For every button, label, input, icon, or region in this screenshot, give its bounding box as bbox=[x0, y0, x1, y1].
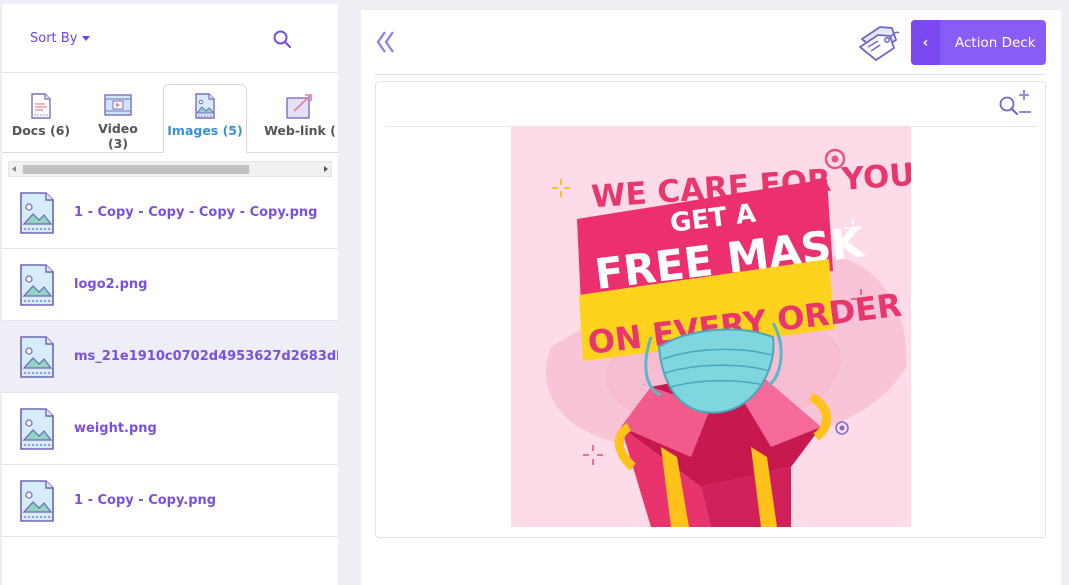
list-item[interactable]: logo2.png bbox=[2, 249, 338, 321]
scroll-left-icon[interactable] bbox=[12, 166, 16, 172]
preview-panel: ‹ Action Deck WE CARE FOR YOU GET A FREE… bbox=[361, 10, 1061, 585]
image-file-icon bbox=[20, 191, 54, 234]
search-icon[interactable] bbox=[272, 29, 292, 49]
zoom-in-icon[interactable] bbox=[999, 90, 1030, 116]
image-file-icon bbox=[20, 479, 54, 522]
sort-bar: Sort By bbox=[2, 4, 338, 73]
image-viewer: WE CARE FOR YOU GET A FREE MASK ON EVERY… bbox=[375, 81, 1046, 538]
list-item[interactable]: weight.png bbox=[2, 393, 338, 465]
image-file-icon bbox=[20, 407, 54, 450]
divider bbox=[375, 74, 1046, 75]
file-name: weight.png bbox=[74, 421, 157, 436]
tab-docs[interactable]: Docs (6) bbox=[10, 85, 72, 153]
image-file-icon bbox=[20, 335, 54, 378]
document-icon bbox=[31, 93, 51, 119]
double-chevron-left-icon[interactable] bbox=[375, 30, 397, 54]
caret-down-icon bbox=[82, 36, 91, 41]
file-name: 1 - Copy - Copy.png bbox=[74, 493, 217, 508]
tab-video-label: Video (3) bbox=[98, 121, 138, 151]
web-link-icon bbox=[286, 94, 312, 119]
tab-web-link[interactable]: Web-link ( bbox=[260, 85, 338, 153]
tabs-scrollbar[interactable] bbox=[8, 161, 332, 177]
file-name: ms_21e1910c0702d4953627d2683dba20 bbox=[74, 349, 338, 364]
price-tag-icon[interactable] bbox=[858, 23, 902, 63]
tab-images[interactable]: Images (5) bbox=[163, 84, 247, 153]
list-item[interactable]: 1 - Copy - Copy.png bbox=[2, 465, 338, 537]
video-icon bbox=[104, 94, 132, 116]
list-item-selected[interactable]: ms_21e1910c0702d4953627d2683dba20 bbox=[2, 321, 338, 393]
free-mask-poster: WE CARE FOR YOU GET A FREE MASK ON EVERY… bbox=[511, 127, 911, 527]
chevron-left-icon: ‹ bbox=[911, 20, 940, 65]
scrollbar-thumb[interactable] bbox=[23, 165, 249, 174]
file-name: logo2.png bbox=[74, 277, 148, 292]
image-icon bbox=[195, 93, 216, 119]
action-deck-label: Action Deck bbox=[955, 34, 1036, 51]
tab-web-link-label: Web-link ( bbox=[264, 123, 336, 138]
sort-by-dropdown[interactable]: Sort By bbox=[30, 30, 91, 46]
image-file-icon bbox=[20, 263, 54, 306]
file-name: 1 - Copy - Copy - Copy - Copy.png bbox=[74, 205, 318, 220]
file-list: 1 - Copy - Copy - Copy - Copy.png logo2.… bbox=[2, 177, 338, 537]
tab-docs-label: Docs (6) bbox=[11, 123, 71, 138]
sort-by-label: Sort By bbox=[30, 30, 78, 46]
file-browser-panel: Sort By Docs (6) Video (3) Images (5) We… bbox=[2, 4, 338, 585]
image-preview: WE CARE FOR YOU GET A FREE MASK ON EVERY… bbox=[511, 127, 911, 527]
file-type-tabs: Docs (6) Video (3) Images (5) Web-link ( bbox=[2, 73, 338, 153]
action-deck-button[interactable]: ‹ Action Deck bbox=[911, 20, 1046, 65]
tab-video[interactable]: Video (3) bbox=[87, 85, 149, 153]
list-item[interactable]: 1 - Copy - Copy - Copy - Copy.png bbox=[2, 177, 338, 249]
zoom-controls bbox=[999, 90, 1031, 116]
scroll-right-icon[interactable] bbox=[324, 166, 328, 172]
tab-images-label: Images (5) bbox=[167, 123, 243, 138]
